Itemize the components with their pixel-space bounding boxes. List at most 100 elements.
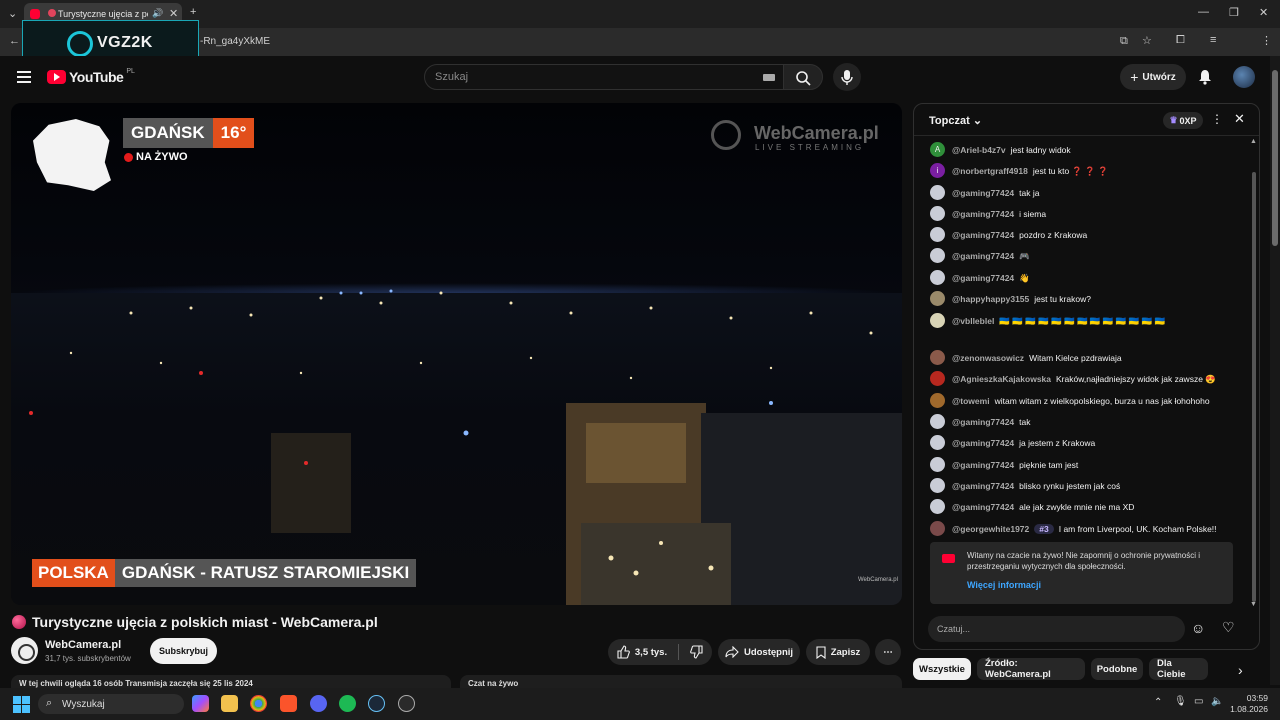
voice-search-button[interactable] (833, 63, 861, 91)
chat-avatar[interactable] (930, 350, 945, 365)
chat-message[interactable]: @happyhappy3155 jest tu krakow? (930, 291, 1235, 306)
media-icon[interactable]: ≡ (1210, 34, 1216, 46)
taskbar-search[interactable]: ⌕ Wyszukaj (38, 694, 184, 714)
copilot-icon[interactable] (192, 695, 209, 712)
chat-author[interactable]: @towemi (952, 396, 990, 406)
chat-message[interactable]: @gaming77424 pozdro z Krakowa (930, 227, 1235, 242)
chat-message[interactable]: @gaming77424 pięknie tam jest (930, 457, 1235, 472)
file-explorer-icon[interactable] (221, 695, 238, 712)
chat-author[interactable]: @gaming77424 (952, 230, 1014, 240)
brave-icon[interactable] (280, 695, 297, 712)
chat-message[interactable]: @gaming77424 ja jestem z Krakowa (930, 435, 1235, 450)
tray-chevron-icon[interactable]: ⌃ (1154, 697, 1162, 708)
page-scrollbar[interactable] (1270, 56, 1280, 685)
chat-avatar[interactable] (930, 499, 945, 514)
chat-author[interactable]: @gaming77424 (952, 417, 1014, 427)
search-input[interactable]: Szukaj (424, 64, 784, 90)
chat-avatar[interactable] (930, 393, 945, 408)
chat-author[interactable]: @happyhappy3155 (952, 294, 1029, 304)
channel-name[interactable]: WebCamera.pl (45, 639, 121, 651)
chip-all[interactable]: Wszystkie (913, 658, 971, 680)
chat-mode-selector[interactable]: Topczat ⌄ (929, 114, 982, 127)
chat-author[interactable]: @gaming77424 (952, 460, 1014, 470)
chat-avatar[interactable] (930, 185, 945, 200)
windows-start-icon[interactable] (13, 696, 30, 713)
chat-author[interactable]: @norbertgraff4918 (952, 166, 1028, 176)
volume-icon[interactable]: 🔈 (1211, 696, 1223, 707)
scroll-down-icon[interactable]: ▼ (1250, 601, 1257, 608)
xp-badge[interactable]: ♛ 0XP (1163, 112, 1203, 129)
chat-message[interactable]: @AgnieszkaKajakowska Kraków,najładniejszy… (930, 371, 1235, 386)
chat-author[interactable]: @gaming77424 (952, 502, 1014, 512)
chat-avatar[interactable] (930, 270, 945, 285)
close-chat-icon[interactable]: ✕ (1234, 111, 1245, 127)
video-player[interactable]: GDAŃSK 16° NA ŻYWO WebCamera.pl LIVE STR… (11, 103, 902, 605)
network-icon[interactable]: ▭ (1194, 696, 1203, 707)
cast-icon[interactable]: ⧉ (1120, 35, 1128, 48)
chips-next-icon[interactable]: › (1238, 662, 1243, 678)
hamburger-menu-icon[interactable] (17, 71, 31, 83)
chat-message[interactable]: @gaming77424 tak (930, 414, 1235, 429)
keyboard-icon[interactable] (763, 74, 775, 81)
thumbs-down-icon[interactable] (690, 645, 704, 659)
chat-author[interactable]: @gaming77424 (952, 209, 1014, 219)
chat-author[interactable]: @gaming77424 (952, 273, 1014, 283)
share-button[interactable]: Udostępnij (718, 639, 800, 665)
page-scroll-thumb[interactable] (1272, 70, 1278, 246)
chat-author[interactable]: @Ariel-b4z7v (952, 145, 1006, 155)
chat-avatar[interactable] (930, 457, 945, 472)
chat-message[interactable]: @gaming77424 i siema (930, 206, 1235, 221)
heart-icon[interactable]: ♡ (1222, 619, 1235, 636)
chat-author[interactable]: @gaming77424 (952, 188, 1014, 198)
close-tab-icon[interactable]: ✕ (169, 7, 178, 20)
chat-author[interactable]: @georgewhite1972 (952, 524, 1029, 534)
url-text[interactable]: -Rn_ga4yXkME (200, 36, 270, 47)
menu-icon[interactable]: ⋮ (1261, 34, 1272, 47)
chat-avatar[interactable] (930, 206, 945, 221)
taskbar-clock[interactable]: 03:59 1.08.2026 (1226, 693, 1268, 715)
chat-message[interactable]: @towemi witam witam z wielkopolskiego, bu… (930, 393, 1235, 408)
obs-icon[interactable] (398, 695, 415, 712)
chat-input[interactable]: Czatuj... (928, 616, 1185, 642)
chat-message[interactable]: @georgewhite1972 #3 I am from Liverpool, U… (930, 521, 1235, 536)
youtube-logo[interactable]: YouTube PL (47, 68, 135, 85)
chat-avatar[interactable] (930, 227, 945, 242)
chat-avatar[interactable] (930, 478, 945, 493)
chat-message[interactable]: @gaming77424 👋 (930, 270, 1235, 285)
tab-search-icon[interactable]: ⌄ (8, 7, 17, 20)
audio-icon[interactable]: 🔊 (152, 8, 163, 19)
chat-avatar[interactable] (930, 291, 945, 306)
chat-message[interactable]: @gaming77424 🎮 (930, 248, 1235, 263)
chat-author[interactable]: @gaming77424 (952, 438, 1014, 448)
steam-icon[interactable] (368, 695, 385, 712)
create-button[interactable]: + Utwórz (1120, 64, 1186, 90)
chat-avatar[interactable]: i (930, 163, 945, 178)
discord-icon[interactable] (310, 695, 327, 712)
channel-avatar[interactable] (11, 637, 38, 664)
close-window-icon[interactable]: ✕ (1259, 6, 1268, 19)
chat-avatar[interactable] (930, 313, 945, 328)
chat-message[interactable]: @gaming77424 blisko rynku jestem jak coś (930, 478, 1235, 493)
chat-author[interactable]: @gaming77424 (952, 251, 1014, 261)
chat-author[interactable]: @vblleblel (952, 316, 994, 326)
account-avatar[interactable] (1233, 66, 1255, 88)
new-tab-icon[interactable]: + (190, 6, 196, 18)
scroll-up-icon[interactable]: ▲ (1250, 138, 1257, 145)
mic-tray-icon[interactable]: 🎙 (1174, 696, 1187, 707)
search-button[interactable] (783, 64, 823, 90)
live-chat-replay-label[interactable]: Czat na żywo (460, 675, 902, 689)
save-button[interactable]: Zapisz (806, 639, 870, 665)
subscribe-button[interactable]: Subskrybuj (150, 638, 217, 664)
chat-avatar[interactable] (930, 414, 945, 429)
chat-message[interactable]: i @norbertgraff4918 jest tu kto ❓ ❓ ❓ (930, 163, 1235, 178)
chat-message[interactable]: @gaming77424 tak ja (930, 185, 1235, 200)
chat-avatar[interactable] (930, 435, 945, 450)
more-actions-button[interactable]: ⋯ (875, 639, 901, 665)
bookmark-star-icon[interactable]: ☆ (1142, 34, 1152, 47)
extensions-icon[interactable]: ⧠ (1176, 34, 1185, 47)
chat-author[interactable]: @zenonwasowicz (952, 353, 1024, 363)
spotify-icon[interactable] (339, 695, 356, 712)
minimize-icon[interactable]: — (1198, 6, 1209, 18)
chat-avatar[interactable]: A (930, 142, 945, 157)
like-button[interactable]: 3,5 tys. (616, 645, 667, 659)
